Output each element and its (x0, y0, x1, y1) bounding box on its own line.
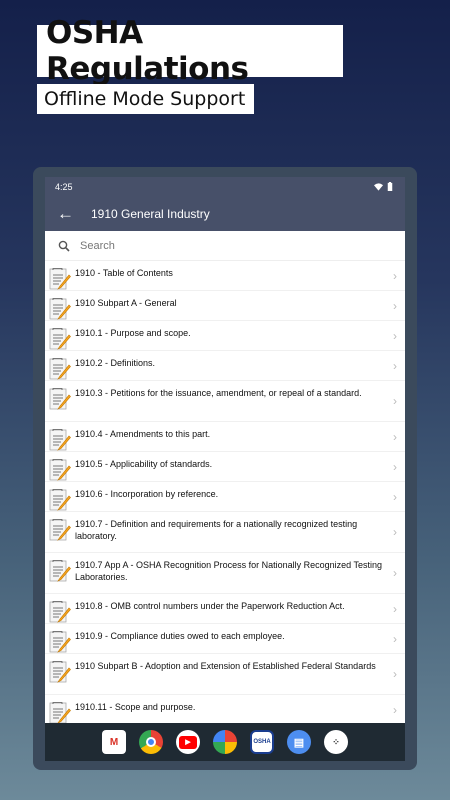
document-edit-icon (49, 358, 71, 380)
list-item[interactable]: 1910.7 App A - OSHA Recognition Process … (45, 553, 405, 594)
document-edit-icon (49, 702, 71, 724)
list-item[interactable]: 1910 Subpart B - Adoption and Extension … (45, 654, 405, 695)
list-item-label: 1910.11 - Scope and purpose. (75, 702, 196, 712)
status-time: 4:25 (55, 181, 73, 192)
list-item[interactable]: 1910.9 - Compliance duties owed to each … (45, 624, 405, 654)
list-item-label: 1910.4 - Amendments to this part. (75, 429, 211, 439)
app-bar: ← 1910 General Industry (45, 196, 405, 231)
photos-icon[interactable] (213, 730, 237, 754)
document-edit-icon (49, 388, 71, 410)
list-item[interactable]: 1910.2 - Definitions. › (45, 351, 405, 381)
page-title: 1910 General Industry (91, 206, 210, 221)
search-input[interactable]: Search (80, 240, 115, 252)
list-item-label: 1910.8 - OMB control numbers under the P… (75, 601, 345, 611)
list-item-label: 1910.6 - Incorporation by reference. (75, 489, 219, 499)
document-edit-icon (49, 429, 71, 451)
document-edit-icon (49, 519, 71, 541)
chevron-right-icon: › (393, 394, 397, 408)
list-item[interactable]: 1910 - Table of Contents › (45, 261, 405, 291)
chrome-icon[interactable] (139, 730, 163, 754)
chevron-right-icon: › (393, 667, 397, 681)
document-edit-icon (49, 631, 71, 653)
chevron-right-icon: › (393, 429, 397, 444)
chevron-right-icon: › (393, 566, 397, 580)
list-item-label: 1910.3 - Petitions for the issuance, ame… (75, 388, 362, 398)
list-item-label: 1910 Subpart B - Adoption and Extension … (75, 661, 376, 671)
promo-subtitle: Offline Mode Support (37, 84, 254, 114)
chevron-right-icon: › (393, 358, 397, 373)
list-item-label: 1910.7 - Definition and requirements for… (75, 519, 358, 541)
battery-icon (387, 182, 393, 191)
document-edit-icon (49, 489, 71, 511)
osha-app-icon[interactable]: OSHA (250, 730, 274, 754)
chevron-right-icon: › (393, 631, 397, 646)
chevron-right-icon: › (393, 268, 397, 283)
chevron-right-icon: › (393, 525, 397, 539)
list-item[interactable]: 1910.7 - Definition and requirements for… (45, 512, 405, 553)
list-item-label: 1910 Subpart A - General (75, 298, 177, 308)
list-item-label: 1910 - Table of Contents (75, 268, 173, 278)
search-bar[interactable]: Search (45, 231, 405, 261)
device-frame: 4:25 ← 1910 General Industry Search 1910… (33, 167, 417, 770)
list-item[interactable]: 1910.6 - Incorporation by reference. › (45, 482, 405, 512)
chevron-right-icon: › (393, 459, 397, 474)
search-icon (58, 240, 70, 252)
document-edit-icon (49, 560, 71, 582)
app-drawer-icon[interactable]: ⁘ (324, 730, 348, 754)
list-item[interactable]: 1910.5 - Applicability of standards. › (45, 452, 405, 482)
gmail-icon[interactable]: M (102, 730, 126, 754)
chevron-right-icon: › (393, 702, 397, 717)
document-edit-icon (49, 328, 71, 350)
list-item-label: 1910.9 - Compliance duties owed to each … (75, 631, 285, 641)
promo-title: OSHA Regulations (37, 15, 343, 87)
app-screen: 4:25 ← 1910 General Industry Search 1910… (45, 177, 405, 761)
list-item-label: 1910.5 - Applicability of standards. (75, 459, 213, 469)
chevron-right-icon: › (393, 601, 397, 616)
youtube-icon[interactable]: ▶ (176, 730, 200, 754)
document-edit-icon (49, 298, 71, 320)
list-item[interactable]: 1910.11 - Scope and purpose. › (45, 695, 405, 725)
wifi-icon (374, 182, 383, 191)
document-edit-icon (49, 601, 71, 623)
document-edit-icon (49, 661, 71, 683)
list-item[interactable]: 1910 Subpart A - General › (45, 291, 405, 321)
chevron-right-icon: › (393, 489, 397, 504)
document-edit-icon (49, 268, 71, 290)
taskbar-dock: M ▶ OSHA ▤ ⁘ (45, 723, 405, 761)
chevron-right-icon: › (393, 298, 397, 313)
messages-icon[interactable]: ▤ (287, 730, 311, 754)
list-item-label: 1910.7 App A - OSHA Recognition Process … (75, 560, 383, 582)
document-edit-icon (49, 459, 71, 481)
regulation-list: 1910 - Table of Contents › 1910 Subpart A … (45, 261, 405, 725)
list-item-label: 1910.1 - Purpose and scope. (75, 328, 191, 338)
chevron-right-icon: › (393, 328, 397, 343)
list-item[interactable]: 1910.4 - Amendments to this part. › (45, 422, 405, 452)
back-arrow-icon[interactable]: ← (57, 204, 91, 224)
list-item[interactable]: 1910.3 - Petitions for the issuance, ame… (45, 381, 405, 422)
status-bar: 4:25 (45, 177, 405, 196)
list-item[interactable]: 1910.1 - Purpose and scope. › (45, 321, 405, 351)
list-item[interactable]: 1910.8 - OMB control numbers under the P… (45, 594, 405, 624)
list-item-label: 1910.2 - Definitions. (75, 358, 156, 368)
